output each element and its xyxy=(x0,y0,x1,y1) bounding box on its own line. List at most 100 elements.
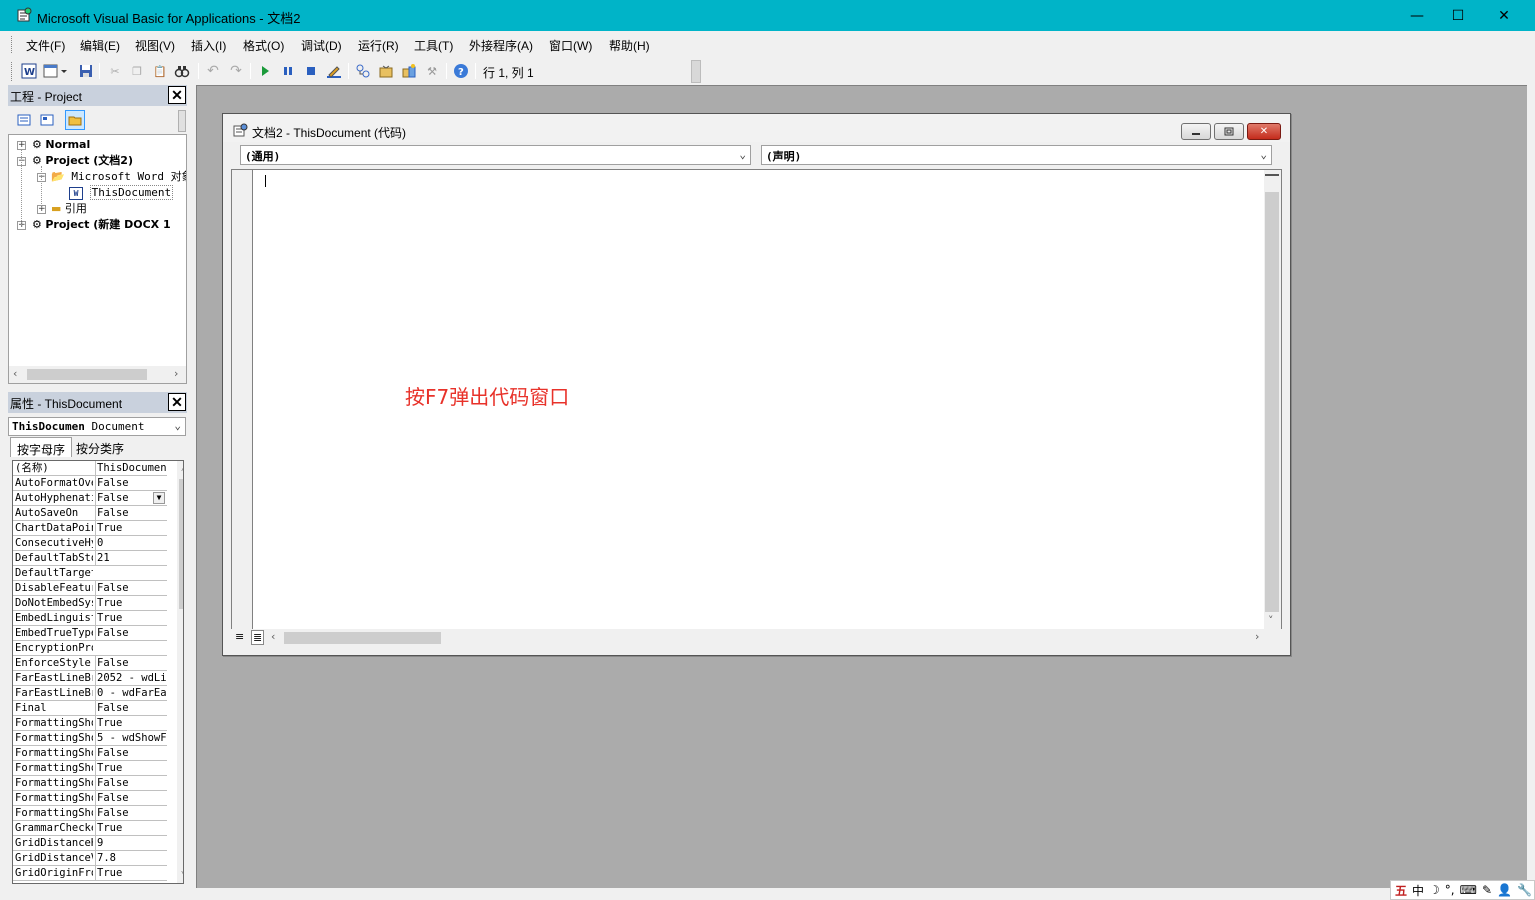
dropdown-arrow-icon[interactable]: ▼ xyxy=(153,492,165,504)
property-value[interactable]: 0 xyxy=(95,536,167,550)
view-object-icon[interactable] xyxy=(37,110,57,130)
menu-tools[interactable]: 工具(T) xyxy=(414,37,453,54)
property-value[interactable]: False xyxy=(95,581,167,595)
scroll-up-icon[interactable]: ˄ xyxy=(181,462,183,475)
property-row[interactable]: DoNotEmbedSystemFontsTrue xyxy=(13,596,167,611)
property-value[interactable]: False xyxy=(95,791,167,805)
property-row[interactable]: AutoHyphenationFalse▼ xyxy=(13,491,167,506)
tab-alphabetic[interactable]: 按字母序 xyxy=(10,437,73,457)
scroll-right-icon[interactable]: › xyxy=(174,367,178,380)
word-icon[interactable]: W xyxy=(20,62,38,80)
property-value[interactable]: False xyxy=(95,506,167,520)
menu-help[interactable]: 帮助(H) xyxy=(609,37,650,54)
save-icon[interactable] xyxy=(77,62,95,80)
property-value[interactable]: True xyxy=(95,716,167,730)
property-row[interactable]: FormattingShowNextLevelTrue xyxy=(13,761,167,776)
property-value[interactable]: True xyxy=(95,821,167,835)
property-value[interactable]: 2052 - wdLineBreak xyxy=(95,671,167,685)
maximize-button[interactable]: ☐ xyxy=(1435,0,1481,31)
properties-icon[interactable] xyxy=(377,62,395,80)
reset-icon[interactable] xyxy=(302,62,320,80)
property-row[interactable]: (名称) ThisDocument xyxy=(13,461,167,476)
code-editor[interactable]: 按F7弹出代码窗口 ˅ xyxy=(231,169,1282,633)
code-vscrollbar[interactable]: ˅ xyxy=(1264,170,1281,632)
object-browser-icon[interactable] xyxy=(400,62,418,80)
ime-logo-icon[interactable]: 五 xyxy=(1395,882,1407,899)
tab-categorized[interactable]: 按分类序 xyxy=(70,437,130,457)
property-value[interactable]: True xyxy=(95,761,167,775)
tree-node-thisdocument[interactable]: W ThisDocument xyxy=(69,185,174,201)
property-vscrollbar[interactable]: ˄ ˅ xyxy=(177,461,183,883)
user-icon[interactable]: 👤 xyxy=(1497,883,1512,897)
close-button[interactable]: ✕ xyxy=(1481,0,1527,31)
menu-run[interactable]: 运行(R) xyxy=(358,37,399,54)
property-row[interactable]: FormattingShowFontFalse xyxy=(13,746,167,761)
property-row[interactable]: FormattingShowClearTrue xyxy=(13,716,167,731)
project-pane-close-button[interactable]: ✕ xyxy=(168,86,186,104)
property-value[interactable]: True xyxy=(95,521,167,535)
property-row[interactable]: DefaultTargetFrame xyxy=(13,566,167,581)
split-bar[interactable] xyxy=(1265,170,1279,176)
property-row[interactable]: GridDistanceHorizontal9 xyxy=(13,836,167,851)
full-module-view-icon[interactable]: ≣ xyxy=(251,630,265,645)
scroll-left-icon[interactable]: ‹ xyxy=(13,367,17,380)
menu-edit[interactable]: 编辑(E) xyxy=(80,37,120,54)
property-value[interactable]: False xyxy=(95,476,167,490)
help-icon[interactable]: ? xyxy=(452,62,470,80)
properties-pane-close-button[interactable]: ✕ xyxy=(168,393,186,411)
chevron-down-icon[interactable]: ⌄ xyxy=(739,148,746,161)
minimize-button[interactable]: — xyxy=(1394,0,1440,31)
handwriting-icon[interactable]: ✎ xyxy=(1482,883,1492,897)
view-code-icon[interactable] xyxy=(14,110,34,130)
tree-node-references[interactable]: ▬ 引用 xyxy=(51,201,87,217)
tree-expander[interactable]: + xyxy=(17,141,26,150)
property-value[interactable]: 21 xyxy=(95,551,167,565)
code-restore-icon[interactable] xyxy=(1214,123,1244,140)
property-row[interactable]: ChartDataPointTrackTrue xyxy=(13,521,167,536)
menu-file[interactable]: 文件(F) xyxy=(26,37,65,54)
property-value[interactable]: 0 - wdFarEast xyxy=(95,686,167,700)
scroll-left-icon[interactable]: ‹ xyxy=(271,630,275,643)
property-row[interactable]: FormattingShowNumberingFalse xyxy=(13,776,167,791)
punctuation-icon[interactable]: °, xyxy=(1445,883,1455,897)
toolbar-options-button[interactable] xyxy=(691,60,701,83)
project-hscrollbar[interactable]: ‹ › xyxy=(9,366,186,383)
design-mode-icon[interactable] xyxy=(325,62,343,80)
property-row[interactable]: EmbedLinguisticDataTrue xyxy=(13,611,167,626)
menu-view[interactable]: 视图(V) xyxy=(135,37,175,54)
property-row[interactable]: FarEastLineBreakLanguage2052 - wdLineBre… xyxy=(13,671,167,686)
property-row[interactable]: GridDistanceVertical7.8 xyxy=(13,851,167,866)
property-value[interactable]: 5 - wdShowFilter xyxy=(95,731,167,745)
menu-window[interactable]: 窗口(W) xyxy=(549,37,592,54)
property-row[interactable]: FormattingShowUserStyleNameFalse xyxy=(13,806,167,821)
scroll-right-icon[interactable]: › xyxy=(1255,630,1259,643)
scroll-thumb[interactable] xyxy=(284,632,441,644)
property-value[interactable]: False xyxy=(95,746,167,760)
keyboard-icon[interactable]: ⌨ xyxy=(1460,883,1477,897)
scroll-thumb[interactable] xyxy=(179,479,183,609)
redo-icon[interactable]: ↷ xyxy=(227,62,245,80)
object-select[interactable]: ThisDocumen Document ⌄ xyxy=(8,417,186,436)
project-explorer-icon[interactable] xyxy=(354,62,372,80)
toggle-folders-icon[interactable] xyxy=(65,110,85,130)
property-value[interactable]: 7.8 xyxy=(95,851,167,865)
menu-debug[interactable]: 调试(D) xyxy=(301,37,342,54)
scroll-down-icon[interactable]: ˅ xyxy=(181,867,183,880)
half-width-icon[interactable]: ☽ xyxy=(1429,883,1440,897)
property-row[interactable]: DefaultTabStop21 xyxy=(13,551,167,566)
object-combo[interactable]: (通用) ⌄ xyxy=(240,145,751,165)
project-toolbar-overflow[interactable] xyxy=(178,110,186,132)
toolbox-icon[interactable]: ⚒ xyxy=(423,62,441,80)
run-icon[interactable] xyxy=(256,62,274,80)
property-value[interactable]: False xyxy=(95,626,167,640)
property-row[interactable]: GrammarCheckedTrue xyxy=(13,821,167,836)
property-value[interactable]: ThisDocument xyxy=(95,461,167,475)
menu-format[interactable]: 格式(O) xyxy=(243,37,284,54)
property-row[interactable]: GridOriginFromMarginTrue xyxy=(13,866,167,881)
scroll-thumb[interactable] xyxy=(27,369,147,380)
property-value[interactable]: True xyxy=(95,866,167,880)
scroll-down-icon[interactable]: ˅ xyxy=(1268,614,1274,627)
code-minimize-icon[interactable] xyxy=(1181,123,1211,140)
property-value[interactable]: False xyxy=(95,701,167,715)
tree-node-project-doc2[interactable]: ⚙ Project (文档2) xyxy=(32,153,133,169)
